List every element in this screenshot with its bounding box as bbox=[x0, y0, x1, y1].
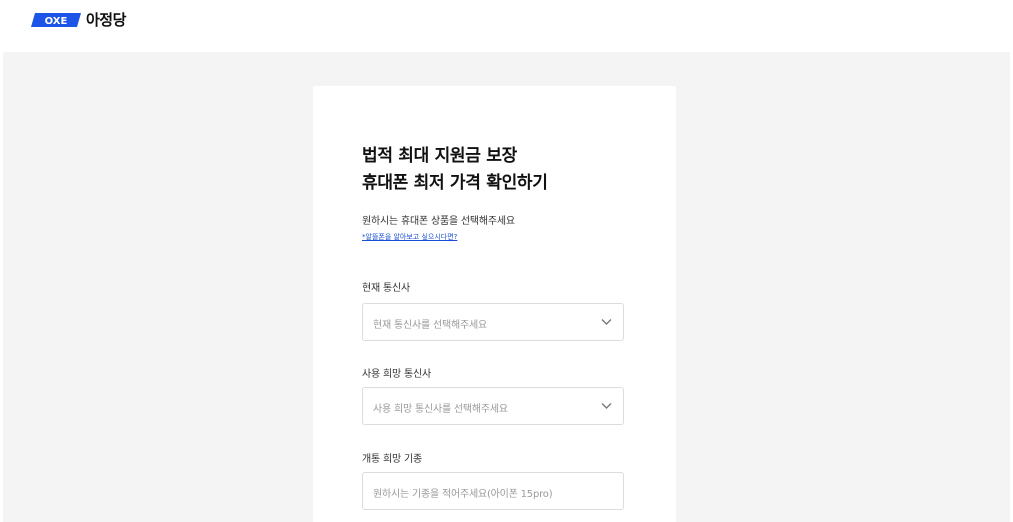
desired-device-placeholder: 원하시는 기종을 적어주세요(아이폰 15pro) bbox=[373, 489, 553, 500]
logo[interactable]: OXE 아정당 bbox=[31, 9, 126, 30]
current-carrier-placeholder: 현재 통신사를 선택해주세요 bbox=[373, 320, 487, 331]
current-carrier-label: 현재 통신사 bbox=[362, 283, 410, 294]
form-title: 법적 최대 지원금 보장 휴대폰 최저 가격 확인하기 bbox=[362, 143, 652, 197]
current-carrier-select[interactable]: 현재 통신사를 선택해주세요 bbox=[362, 303, 624, 341]
form-title-line1: 법적 최대 지원금 보장 bbox=[362, 146, 517, 166]
desired-carrier-select[interactable]: 사용 희망 통신사를 선택해주세요 bbox=[362, 387, 624, 425]
logo-mark: OXE bbox=[31, 12, 81, 27]
desired-device-input[interactable]: 원하시는 기종을 적어주세요(아이폰 15pro) bbox=[362, 472, 624, 510]
svg-text:OXE: OXE bbox=[45, 16, 68, 27]
chevron-down-icon bbox=[601, 319, 612, 325]
chevron-down-icon bbox=[601, 403, 612, 409]
form-card: 법적 최대 지원금 보장 휴대폰 최저 가격 확인하기 원하시는 휴대폰 상품을… bbox=[313, 86, 676, 522]
form-title-line2: 휴대폰 최저 가격 확인하기 bbox=[362, 173, 548, 193]
desired-device-label: 개통 희망 기종 bbox=[362, 454, 422, 465]
desired-carrier-placeholder: 사용 희망 통신사를 선택해주세요 bbox=[373, 404, 508, 415]
header: OXE 아정당 bbox=[0, 0, 1013, 52]
logo-text: 아정당 bbox=[86, 11, 126, 29]
budget-phone-link[interactable]: *알뜰폰을 알아보고 싶으시다면? bbox=[362, 232, 457, 242]
desired-carrier-label: 사용 희망 통신사 bbox=[362, 369, 431, 380]
form-subtitle: 원하시는 휴대폰 상품을 선택해주세요 bbox=[362, 216, 515, 227]
